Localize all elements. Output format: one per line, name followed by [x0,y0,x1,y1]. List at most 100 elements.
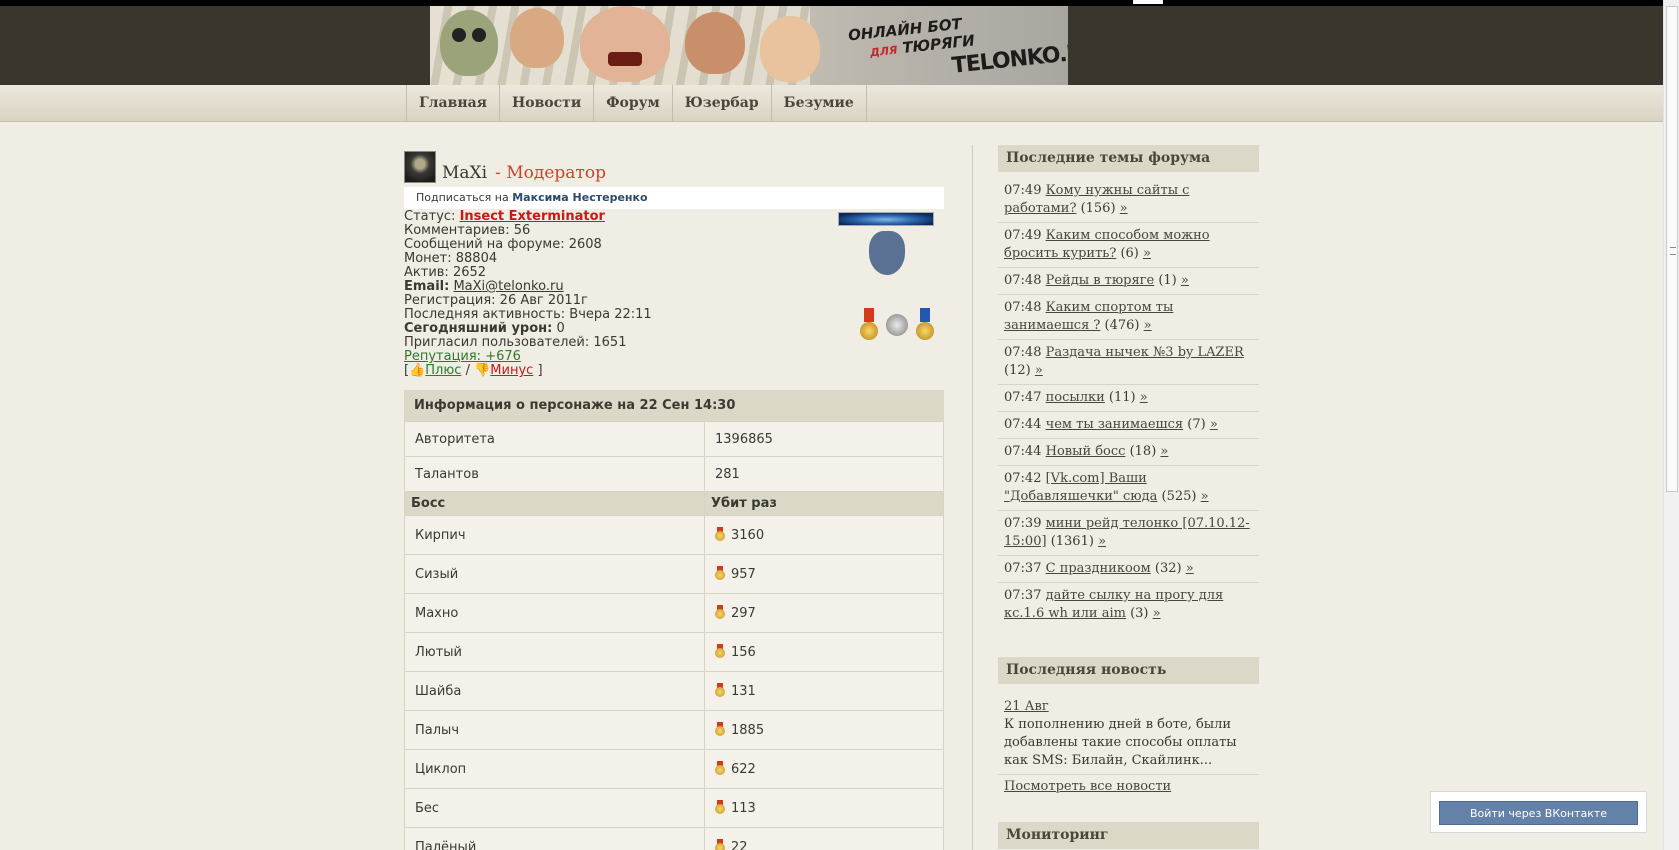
boss-name: Циклоп [404,749,705,789]
topic-link[interactable]: мини рейд телонко [07.10.12-15:00] [1004,516,1250,549]
nav-news[interactable]: Новости [499,85,593,122]
topic-go-link[interactable]: » [1153,606,1161,621]
nav-madness[interactable]: Безумие [770,85,867,122]
news-date-link[interactable]: 21 Авг [1004,699,1049,714]
topic-go-link[interactable]: » [1140,390,1148,405]
all-news: Посмотреть все новости [998,775,1259,798]
status-link[interactable]: Insect Exterminator [460,209,605,224]
table-row: Лютый 156 [404,632,944,672]
boss-kills: 297 [731,606,756,621]
topic-go-link[interactable]: » [1098,534,1106,549]
table-row: Махно 297 [404,593,944,633]
scroll-thumb[interactable] [1666,6,1678,492]
banner-eye [452,28,466,42]
topic-link[interactable]: Новый босс [1046,444,1126,459]
medal-icon [715,683,725,697]
topic-link[interactable]: посылки [1046,390,1105,405]
topic-go-link[interactable]: » [1144,318,1152,333]
boss-name: Палёный [404,827,705,850]
topic-time: 07:49 [1004,183,1042,198]
medal-icon [715,566,725,580]
topic-count: (6) [1120,246,1139,261]
topic-time: 07:39 [1004,516,1042,531]
scrollbar[interactable] [1663,0,1679,850]
list-item: 07:37 дайте сылку на прогу для кс.1.6 wh… [998,583,1259,627]
medal-icon [715,800,725,814]
subscribe-bar[interactable]: Подписаться на Максима Нестеренко [404,187,944,209]
topic-go-link[interactable]: » [1143,246,1151,261]
boss-kills-cell: 1885 [704,710,944,750]
plus-link[interactable]: Плюс [425,363,461,378]
subscribe-name[interactable]: Максима Нестеренко [512,191,647,204]
medals [858,308,936,340]
topic-link[interactable]: Рейды в тюряге [1046,273,1155,288]
topic-count: (1) [1158,273,1177,288]
all-news-link[interactable]: Посмотреть все новости [1004,779,1171,794]
medal-disc [886,314,908,336]
medal-icon [715,761,725,775]
list-item: 07:49 Каким способом можно бросить курит… [998,223,1259,268]
topic-go-link[interactable]: » [1210,417,1218,432]
topic-go-link[interactable]: » [1181,273,1189,288]
profile-role: - Модератор [495,163,606,183]
topic-time: 07:47 [1004,390,1042,405]
list-item: 07:49 Кому нужны сайты с работами? (156)… [998,178,1259,223]
nav-userbar[interactable]: Юзербар [671,85,771,122]
table-row: Шайба 131 [404,671,944,711]
email-link[interactable]: MaXi@telonko.ru [453,279,563,294]
boss-header-row: Босс Убит раз [404,491,944,516]
topic-count: (1361) [1050,534,1094,549]
topic-link[interactable]: С праздникоом [1046,561,1151,576]
topic-count: (156) [1080,201,1116,216]
medal-icon [715,527,725,541]
table-row: Кирпич 3160 [404,515,944,555]
topic-time: 07:37 [1004,561,1042,576]
registration-date: Регистрация: 26 Авг 2011г [404,293,588,308]
profile-main: MaXi - Модератор Подписаться на Максима … [404,145,944,850]
nav-home[interactable]: Главная [406,85,499,122]
topic-count: (12) [1004,363,1031,378]
topic-link[interactable]: чем ты занимаешся [1046,417,1184,432]
vk-login-button[interactable]: Войти через ВКонтакте [1439,801,1638,825]
reputation-line: Репутация: +676 [404,350,944,364]
topic-go-link[interactable]: » [1120,201,1128,216]
vk-login-box: Войти через ВКонтакте [1430,791,1647,833]
site-banner[interactable]: ОНЛАЙН БОТ ДЛЯ ТЮРЯГИ TELONKO.RU [430,6,1068,85]
status-label: Статус: [404,209,456,224]
boss-name: Махно [404,593,705,633]
topic-time: 07:49 [1004,228,1042,243]
profile-header: MaXi - Модератор [404,145,944,183]
nav-forum[interactable]: Форум [593,85,672,122]
profile-picture [838,212,934,275]
list-item: 07:44 Новый босс (18) » [998,439,1259,466]
topic-go-link[interactable]: » [1186,561,1194,576]
banner-eye [472,28,486,42]
monitoring-title: Мониторинг [998,822,1259,849]
info-key: Талантов [404,456,705,492]
boss-name: Лютый [404,632,705,672]
topic-link[interactable]: Раздача нычек №3 by LAZER [1046,345,1244,360]
avatar[interactable] [404,151,436,183]
list-item: 07:48 Рейды в тюряге (1) » [998,268,1259,295]
table-row: Авторитета 1396865 [404,421,944,457]
character-info-table: Авторитета 1396865 Талантов 281 Босс Убит р… [404,421,944,850]
list-item: 07:48 Каким спортом ты занимаешся ? (476… [998,295,1259,340]
topic-time: 07:44 [1004,444,1042,459]
reputation-link[interactable]: Репутация: +676 [404,349,521,364]
topic-time: 07:44 [1004,417,1042,432]
topic-go-link[interactable]: » [1201,489,1209,504]
today-damage-label: Сегодняшний урон: [404,321,553,336]
comments-count: Комментариев: 56 [404,223,531,238]
topic-go-link[interactable]: » [1035,363,1043,378]
banner-mouth [608,52,642,66]
topic-go-link[interactable]: » [1160,444,1168,459]
info-key: Авторитета [404,421,705,457]
minus-link[interactable]: Минус [490,363,533,378]
boss-name: Сизый [404,554,705,594]
banner-character-2 [510,8,564,68]
topic-time: 07:42 [1004,471,1042,486]
boss-kills-cell: 156 [704,632,944,672]
subscribe-prefix: Подписаться на [416,191,509,204]
